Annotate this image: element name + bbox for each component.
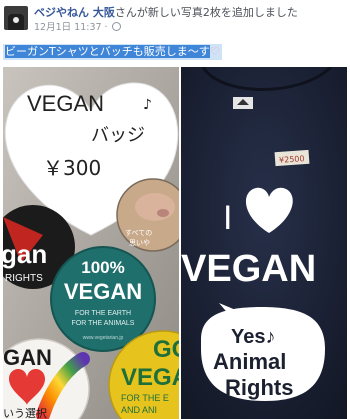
- shirt-i-text: I: [223, 199, 232, 237]
- photo-grid: VEGAN ♪ バッジ ￥300 すべての 思いや gan RIGHTS 100…: [0, 61, 350, 419]
- badge-go-text: GO: [153, 336, 179, 363]
- photo-badges[interactable]: VEGAN ♪ バッジ ￥300 すべての 思いや gan RIGHTS 100…: [3, 67, 179, 419]
- badge-url-text: www.vegetarian.jp: [83, 335, 124, 341]
- photo-tshirt[interactable]: ¥2500 I VEGAN Yes♪ Animal Rights: [181, 67, 347, 419]
- globe-icon[interactable]: [111, 22, 121, 31]
- badge-rights-text: RIGHTS: [5, 273, 43, 284]
- badge-gan2-text: GAN: [3, 345, 52, 370]
- badge-pig-text-1: すべての: [125, 229, 152, 237]
- badge-animals2-text: AND ANI: [121, 405, 157, 415]
- tshirt-photo-svg: ¥2500 I VEGAN Yes♪ Animal Rights: [181, 67, 347, 419]
- post-header-line: ベジやねん 大阪さんが新しい写真2枚を追加しました: [34, 6, 298, 20]
- bubble-rights-text: Rights: [225, 375, 293, 400]
- author-name-link[interactable]: ベジやねん 大阪: [34, 6, 115, 19]
- bubble-yes-text: Yes♪: [231, 326, 275, 348]
- post-action-text: さんが新しい写真2枚を追加しました: [114, 6, 298, 19]
- heart-emoji: ♡: [209, 45, 220, 58]
- badges-photo-svg: VEGAN ♪ バッジ ￥300 すべての 思いや gan RIGHTS 100…: [3, 67, 179, 419]
- badge-earth2-text: FOR THE E: [121, 393, 169, 403]
- badge-earth-text: FOR THE EARTH: [75, 310, 131, 317]
- badge-gan-text: gan: [3, 239, 47, 269]
- sign-badge-text: バッジ: [91, 125, 145, 146]
- post-caption-row: ビーガンTシャツとバッチも販売しま～す♡: [0, 40, 350, 60]
- post-meta: 12月1日 11:37 ·: [34, 22, 121, 34]
- bubble-animal-text: Animal: [213, 349, 286, 374]
- badge-animals-text: FOR THE ANIMALS: [72, 320, 135, 327]
- post-caption: ビーガンTシャツとバッチも販売しま～す♡: [3, 44, 222, 60]
- sign-vegan-text: VEGAN: [27, 91, 104, 116]
- price-tag-text: ¥2500: [279, 154, 305, 165]
- sign-note-text: ♪: [143, 97, 152, 113]
- caption-highlight: ビーガンTシャツとバッチも販売しま～す: [5, 45, 210, 58]
- badge-pig-text-2: 思いや: [129, 239, 150, 247]
- sign-price-text: ￥300: [43, 156, 101, 180]
- badge-choice-text: いう選択: [3, 406, 47, 419]
- post-header: ベジやねん 大阪さんが新しい写真2枚を追加しました 12月1日 11:37 ·: [0, 0, 350, 44]
- badge-vegan-word: VEGAN: [64, 279, 142, 304]
- badge-vegan2-text: VEGAN: [121, 364, 179, 391]
- post-date-link[interactable]: 12月1日 11:37: [34, 22, 102, 33]
- shirt-vegan-text: VEGAN: [181, 248, 316, 290]
- avatar[interactable]: [4, 6, 28, 30]
- badge-100-text: 100%: [81, 258, 124, 277]
- avatar-spot: [13, 17, 19, 23]
